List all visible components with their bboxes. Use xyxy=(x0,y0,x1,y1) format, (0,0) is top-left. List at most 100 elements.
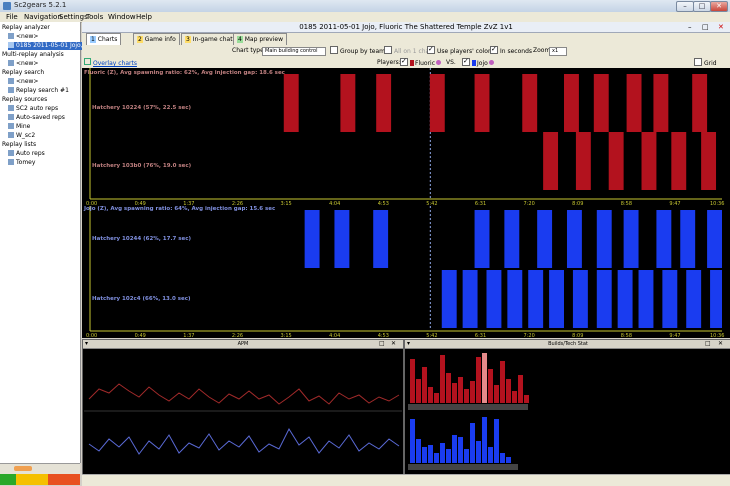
injection-span-bar xyxy=(334,210,350,268)
doc-minimize-button[interactable]: – xyxy=(688,23,692,31)
group-by-teams-checkbox[interactable]: Group by teams xyxy=(330,46,388,57)
builds-tech-pane: Builds/Tech Stat ▾ □ ✕ xyxy=(404,339,730,475)
in-seconds-checkbox[interactable]: In seconds xyxy=(490,44,532,57)
apm-graph xyxy=(84,383,402,455)
injection-span-bar xyxy=(373,210,389,268)
injection-span-bar xyxy=(441,270,457,328)
injection-span-bar xyxy=(692,74,708,132)
tree-node-icon xyxy=(8,87,14,93)
row-label: Hatchery 103b0 (76%, 19.0 sec) xyxy=(92,163,192,169)
close-button[interactable]: ✕ xyxy=(710,1,728,12)
sidebar-item[interactable]: Auto reps xyxy=(8,150,85,158)
injection-span-bar xyxy=(617,270,633,328)
sidebar-item[interactable]: SC2 auto reps xyxy=(8,105,85,113)
pane-menu-icon[interactable]: ▾ xyxy=(85,340,88,347)
tab-map-preview[interactable]: 4 Map preview xyxy=(233,33,287,45)
injection-span-bar xyxy=(671,132,687,190)
builds-graph xyxy=(408,353,529,470)
injection-span-bar xyxy=(507,270,523,328)
sidebar-item-label: <new> xyxy=(16,33,39,40)
sidebar-item[interactable]: Tomey xyxy=(8,159,85,167)
pane-restore-button[interactable]: □ xyxy=(379,340,385,347)
sidebar-item[interactable]: Replay search xyxy=(2,69,79,77)
tick-label: 0:00 xyxy=(86,333,97,338)
injection-span-bar xyxy=(376,74,392,132)
doc-close-button[interactable]: ✕ xyxy=(718,23,724,31)
pane-menu-icon[interactable]: ▾ xyxy=(407,340,410,347)
injection-span-bar xyxy=(549,270,564,328)
sidebar-item-label: Replay sources xyxy=(2,96,48,103)
app-icon xyxy=(3,2,11,10)
sidebar-item[interactable]: Replay sources xyxy=(2,96,79,104)
injection-span-bar xyxy=(543,132,559,190)
sidebar-item[interactable]: <new> xyxy=(8,33,85,41)
row-label: Hatchery 10244 (62%, 17.7 sec) xyxy=(92,236,192,242)
injection-span-bar xyxy=(566,210,582,268)
vs-label: VS. xyxy=(446,59,456,66)
tree-node-icon xyxy=(8,33,14,39)
tick-label: 1:37 xyxy=(183,333,194,338)
sidebar-item[interactable]: Mine xyxy=(8,123,85,131)
pane-close-button[interactable]: ✕ xyxy=(718,340,723,347)
injection-span-bar xyxy=(608,132,624,190)
chart-fluoric: 0:00 0:49 1:37 2:26 3:15 4:04 4:53 5:42 6:31 7:20… xyxy=(82,68,730,206)
sidebar-scrollbar[interactable] xyxy=(0,463,80,474)
doc-maximize-button[interactable]: □ xyxy=(702,23,709,31)
sidebar-item[interactable]: W_sc2 xyxy=(8,132,85,140)
injection-span-bar xyxy=(596,210,612,268)
tab-game-info[interactable]: 2 Game info xyxy=(133,33,180,45)
menu-navigation[interactable]: Navigation xyxy=(24,12,62,22)
injection-span-bar xyxy=(522,74,538,132)
injection-span-bar xyxy=(486,270,502,328)
sidebar-item[interactable]: Replay lists xyxy=(2,141,79,149)
injection-span-bar xyxy=(528,270,544,328)
tree-node-icon xyxy=(8,60,14,66)
scroll-thumb[interactable] xyxy=(14,466,32,471)
use-players-colors-checkbox[interactable]: Use players' colors xyxy=(427,44,494,57)
sidebar-item-label: Auto reps xyxy=(16,150,45,157)
sidebar-item[interactable]: Multi-replay analysis xyxy=(2,51,79,59)
tab-charts[interactable]: 1 Charts xyxy=(86,33,122,45)
injection-span-bar xyxy=(701,132,717,190)
menu-file[interactable]: File xyxy=(6,12,18,22)
tick-label: 7:20 xyxy=(524,333,535,338)
tab-in-game-chat[interactable]: 3 In-game chat xyxy=(181,33,237,45)
pane-close-button[interactable]: ✕ xyxy=(391,340,396,347)
sidebar-item-label: 0185 2011-05-01 Jojo, F xyxy=(16,42,85,49)
sidebar-item[interactable]: <new> xyxy=(8,60,85,68)
injection-span-bar xyxy=(596,270,612,328)
sidebar-item-label: Replay lists xyxy=(2,141,37,148)
tree-node-icon xyxy=(8,78,14,84)
sidebar-item[interactable]: Replay search #1 xyxy=(8,87,85,95)
tick-label: 9:47 xyxy=(669,333,680,338)
minimize-button[interactable]: – xyxy=(676,1,694,12)
injection-span-bar xyxy=(656,210,672,268)
sidebar-item[interactable]: <new> xyxy=(8,78,85,86)
injection-span-bar xyxy=(572,270,588,328)
menu-settings[interactable]: Settings xyxy=(59,12,88,22)
tree-node-icon xyxy=(8,123,14,129)
menu-help[interactable]: Help xyxy=(136,12,152,22)
injection-span-bar xyxy=(474,74,490,132)
sidebar-item-label: Mine xyxy=(16,123,31,130)
menu-tools[interactable]: Tools xyxy=(86,12,103,22)
menu-window[interactable]: Window xyxy=(108,12,136,22)
sidebar-item-label: <new> xyxy=(16,78,39,85)
injection-span-bar xyxy=(283,74,299,132)
sidebar-item[interactable]: Auto-saved reps xyxy=(8,114,85,122)
maximize-button[interactable]: □ xyxy=(693,1,711,12)
injection-span-bar xyxy=(686,270,702,328)
players-label: Players: xyxy=(377,59,401,66)
sidebar-item[interactable]: Replay analyzer xyxy=(2,24,79,32)
zoom-select[interactable]: x1 xyxy=(549,46,568,56)
sidebar-item-label: W_sc2 xyxy=(16,132,36,139)
chart-jojo: 0:00 0:49 1:37 2:26 3:15 4:04 4:53 5:42 6:31 7:20… xyxy=(82,206,730,338)
injection-span-bar xyxy=(680,210,696,268)
injection-span-bar xyxy=(304,210,320,268)
chart-type-select[interactable]: Main building control xyxy=(262,46,327,56)
pane-restore-button[interactable]: □ xyxy=(705,340,711,347)
sidebar-item-label: SC2 auto reps xyxy=(16,105,59,112)
sidebar-item[interactable]: 0185 2011-05-01 Jojo, F xyxy=(8,42,85,50)
injection-span-bar xyxy=(429,74,445,132)
tick-label: 3:15 xyxy=(280,333,291,338)
